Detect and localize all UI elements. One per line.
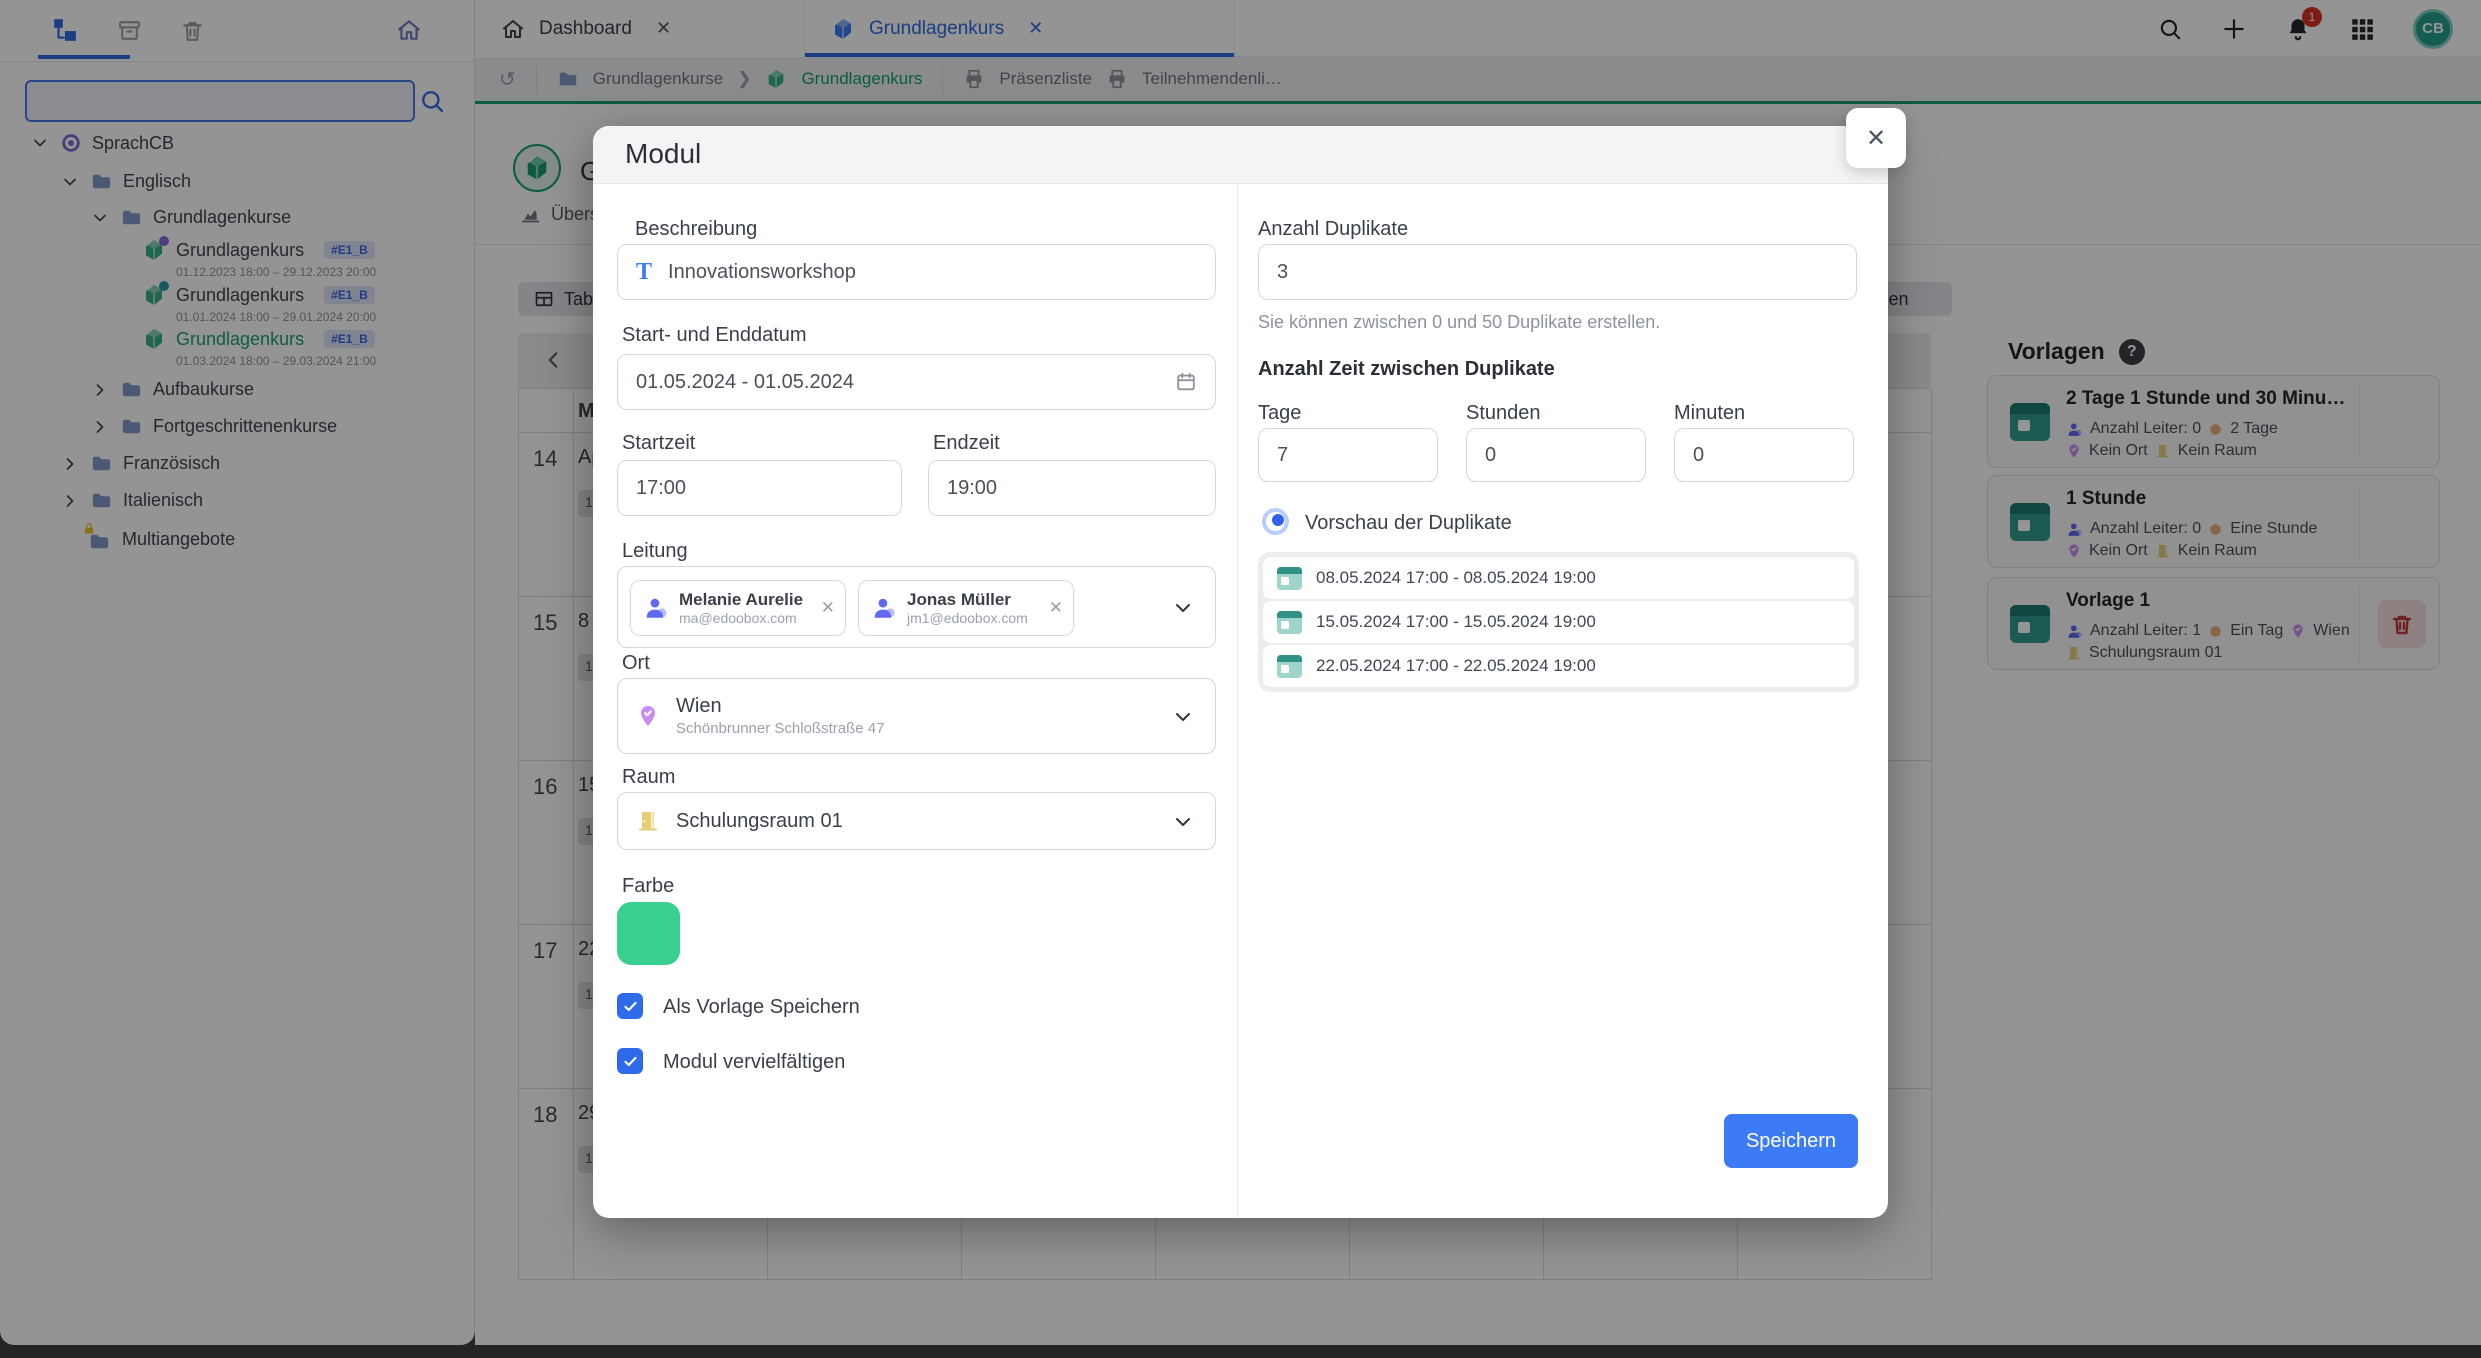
endzeit-label: Endzeit	[933, 432, 1000, 455]
duplikate-field	[1258, 244, 1857, 300]
duplikat-row[interactable]: 08.05.2024 17:00 - 08.05.2024 19:00	[1263, 557, 1854, 599]
minuten-input[interactable]	[1693, 444, 1958, 467]
startzeit-label: Startzeit	[622, 432, 695, 455]
color-swatch[interactable]	[617, 902, 680, 965]
datum-field	[617, 354, 1216, 410]
calendar-icon[interactable]	[1175, 371, 1197, 393]
tage-label: Tage	[1258, 402, 1301, 425]
dialog-title: Modul	[625, 138, 701, 170]
datum-input[interactable]	[636, 371, 1159, 394]
tage-field	[1258, 428, 1438, 482]
vorlage-checkbox[interactable]	[617, 993, 643, 1019]
duplikate-input[interactable]	[1277, 261, 1838, 284]
minuten-field	[1674, 428, 1854, 482]
check-icon	[622, 998, 639, 1015]
minuten-label: Minuten	[1674, 402, 1745, 425]
stunden-field	[1466, 428, 1646, 482]
chevron-down-icon[interactable]	[1171, 596, 1195, 620]
beschreibung-label: Beschreibung	[635, 218, 757, 241]
save-button[interactable]: Speichern	[1724, 1114, 1858, 1168]
duplikate-label: Anzahl Duplikate	[1258, 218, 1408, 241]
duplikate-preview-list: 08.05.2024 17:00 - 08.05.2024 19:00 15.0…	[1258, 552, 1859, 692]
chevron-down-icon[interactable]	[1171, 705, 1195, 729]
zeit-label: Anzahl Zeit zwischen Duplikate	[1258, 358, 1555, 381]
duplikate-hint: Sie können zwischen 0 und 50 Duplikate e…	[1258, 312, 1660, 333]
vorlage-checkbox-label: Als Vorlage Speichern	[663, 996, 860, 1019]
ort-label: Ort	[622, 652, 650, 675]
vervielfaeltigen-checkbox[interactable]	[617, 1048, 643, 1074]
person-name: Jonas Müller	[907, 590, 1028, 610]
calendar-icon	[1277, 611, 1302, 634]
leitung-select[interactable]: Melanie Aurelie ma@edoobox.com ✕ Jonas M…	[617, 566, 1216, 648]
text-type-icon: T	[636, 259, 652, 286]
person-email: jm1@edoobox.com	[907, 610, 1028, 626]
remove-chip-icon[interactable]: ✕	[821, 598, 835, 618]
raum-select[interactable]: Schulungsraum 01	[617, 792, 1216, 850]
calendar-icon	[1277, 567, 1302, 590]
datum-label: Start- und Enddatum	[622, 324, 807, 347]
divider	[1237, 184, 1238, 1218]
dialog-header: Modul	[593, 126, 1888, 184]
startzeit-input[interactable]	[636, 477, 901, 500]
pin-icon	[636, 704, 660, 728]
vorschau-label: Vorschau der Duplikate	[1305, 512, 1512, 535]
duplikat-range: 08.05.2024 17:00 - 08.05.2024 19:00	[1316, 568, 1596, 588]
startzeit-field	[617, 460, 902, 516]
raum-value: Schulungsraum 01	[676, 810, 843, 833]
vervielfaeltigen-checkbox-label: Modul vervielfältigen	[663, 1051, 845, 1074]
check-icon	[622, 1053, 639, 1070]
beschreibung-input[interactable]	[668, 261, 1197, 284]
ort-select[interactable]: Wien Schönbrunner Schloßstraße 47	[617, 678, 1216, 754]
ort-address: Schönbrunner Schloßstraße 47	[676, 720, 884, 737]
door-icon	[636, 809, 660, 833]
beschreibung-field: T	[617, 244, 1216, 300]
leitung-label: Leitung	[622, 540, 688, 563]
calendar-icon	[1277, 655, 1302, 678]
endzeit-input[interactable]	[947, 477, 1212, 500]
duplikat-range: 15.05.2024 17:00 - 15.05.2024 19:00	[1316, 612, 1596, 632]
vorschau-toggle-icon[interactable]	[1262, 508, 1289, 535]
remove-chip-icon[interactable]: ✕	[1049, 598, 1063, 618]
person-email: ma@edoobox.com	[679, 610, 803, 626]
leitung-chip: Melanie Aurelie ma@edoobox.com ✕	[630, 580, 846, 636]
duplikat-range: 22.05.2024 17:00 - 22.05.2024 19:00	[1316, 656, 1596, 676]
person-name: Melanie Aurelie	[679, 590, 803, 610]
person-icon	[871, 595, 897, 621]
modul-dialog: Modul ✕ Beschreibung T Start- und Enddat…	[593, 126, 1888, 1218]
chevron-down-icon[interactable]	[1171, 810, 1195, 834]
app-root: Dashboard ✕ Grundlagenkurs ✕ 1 CB ↺ Grun…	[0, 0, 2481, 1358]
endzeit-field	[928, 460, 1216, 516]
stunden-label: Stunden	[1466, 402, 1541, 425]
close-dialog-button[interactable]: ✕	[1846, 108, 1906, 168]
raum-label: Raum	[622, 766, 675, 789]
leitung-chip: Jonas Müller jm1@edoobox.com ✕	[858, 580, 1074, 636]
duplikat-row[interactable]: 22.05.2024 17:00 - 22.05.2024 19:00	[1263, 645, 1854, 687]
person-icon	[643, 595, 669, 621]
ort-name: Wien	[676, 695, 884, 718]
duplikat-row[interactable]: 15.05.2024 17:00 - 15.05.2024 19:00	[1263, 601, 1854, 643]
farbe-label: Farbe	[622, 875, 674, 898]
